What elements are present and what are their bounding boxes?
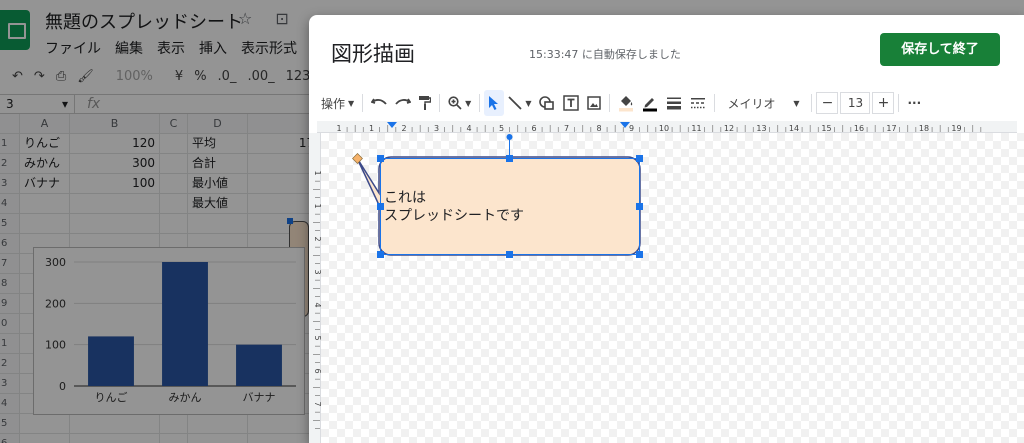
ruler-label: 4	[313, 302, 321, 307]
divider	[898, 94, 900, 112]
undo-icon[interactable]	[367, 90, 391, 116]
ruler-label: 14	[789, 124, 799, 133]
ruler-label: 1	[313, 203, 321, 208]
ruler-label: 3	[434, 124, 439, 133]
horizontal-ruler[interactable]: 1 1 2 3 4 5 6 7 8 9 10 11 12 13 14 15 16 17 18 19	[317, 121, 1017, 133]
ruler-label: 11	[691, 124, 701, 133]
vertical-ruler[interactable]: 1 1 2 3 4 5 6 7	[309, 133, 322, 443]
ruler-label: 16	[854, 124, 864, 133]
text-box-icon[interactable]	[559, 90, 583, 116]
ruler-label: 1	[369, 124, 374, 133]
redo-icon[interactable]	[391, 90, 415, 116]
divider	[714, 94, 716, 112]
paint-format-icon[interactable]	[415, 90, 435, 116]
resize-handle[interactable]	[636, 251, 643, 258]
save-and-close-button[interactable]: 保存して終了	[880, 33, 1000, 66]
divider	[439, 94, 441, 112]
font-select[interactable]: メイリオ ▼	[719, 90, 807, 116]
chevron-down-icon: ▼	[465, 98, 472, 108]
resize-handle[interactable]	[506, 155, 513, 162]
ruler-label: 13	[756, 124, 766, 133]
image-icon[interactable]	[583, 90, 605, 116]
resize-handle[interactable]	[636, 203, 643, 210]
resize-handle[interactable]	[377, 203, 384, 210]
border-dash-icon[interactable]	[686, 90, 710, 116]
font-size-increase-button[interactable]: +	[872, 92, 895, 114]
ruler-label: 15	[821, 124, 831, 133]
ruler-label: 3	[313, 269, 321, 274]
ruler-label: 18	[919, 124, 929, 133]
divider	[609, 94, 611, 112]
resize-handle[interactable]	[377, 251, 384, 258]
ruler-label: 2	[313, 236, 321, 241]
fill-color-icon[interactable]	[614, 90, 638, 116]
ruler-label: 9	[629, 124, 634, 133]
dialog-title: 図形描画	[331, 42, 415, 66]
chevron-down-icon: ▼	[525, 98, 532, 108]
line-tool-icon[interactable]: ▼	[504, 90, 535, 116]
drawing-dialog: 図形描画 15:33:47 に自動保存しました 保存して終了 操作 ▼ ▼ ▼ メ…	[309, 15, 1024, 443]
more-options-button[interactable]: ···	[903, 90, 925, 116]
ruler-label: 5	[499, 124, 504, 133]
callout-text[interactable]: これは スプレッドシートです	[384, 189, 524, 225]
chevron-down-icon: ▼	[793, 98, 800, 108]
ruler-label: 7	[313, 401, 321, 406]
ruler-label: 19	[951, 124, 961, 133]
shape-tool-icon[interactable]	[535, 90, 559, 116]
actions-menu[interactable]: 操作 ▼	[317, 90, 358, 116]
ruler-label: 12	[724, 124, 734, 133]
font-size-decrease-button[interactable]: −	[816, 92, 839, 114]
resize-handle[interactable]	[377, 155, 384, 162]
ruler-label: 7	[564, 124, 569, 133]
font-size-input[interactable]: 13	[840, 92, 871, 114]
select-cursor-icon[interactable]	[484, 90, 505, 116]
zoom-icon[interactable]: ▼	[444, 90, 475, 116]
ruler-label: 8	[596, 124, 601, 133]
drawing-canvas[interactable]	[321, 133, 1024, 443]
ruler-label: 10	[659, 124, 669, 133]
border-weight-icon[interactable]	[662, 90, 686, 116]
ruler-label: 1	[336, 124, 341, 133]
callout-shape[interactable]	[321, 133, 1024, 443]
chevron-down-icon: ▼	[348, 98, 355, 108]
ruler-label: 4	[466, 124, 471, 133]
ruler-label: 17	[886, 124, 896, 133]
ruler-label: 1	[313, 170, 321, 175]
divider	[479, 94, 481, 112]
drawing-toolbar: 操作 ▼ ▼ ▼ メイリオ ▼ − 13 + ···	[317, 90, 1017, 116]
ruler-label: 2	[401, 124, 406, 133]
divider	[811, 94, 813, 112]
divider	[362, 94, 364, 112]
ruler-label: 6	[313, 368, 321, 373]
autosave-status: 15:33:47 に自動保存しました	[529, 48, 681, 61]
border-color-icon[interactable]	[638, 90, 662, 116]
ruler-label: 5	[313, 335, 321, 340]
resize-handle[interactable]	[506, 251, 513, 258]
ruler-label: 6	[531, 124, 536, 133]
resize-handle[interactable]	[636, 155, 643, 162]
